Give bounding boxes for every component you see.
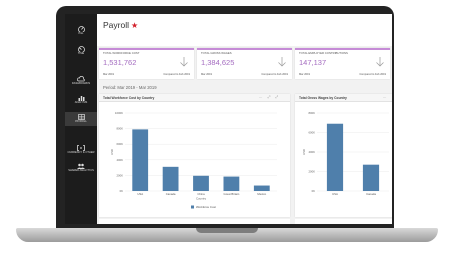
x-tick-label: USA	[332, 192, 338, 196]
y-tick-label: 400K	[116, 158, 123, 162]
gross-wages-panel: Total Gross Wages by Country … 0K 200K 400…	[295, 94, 392, 217]
arrow-down-icon	[180, 57, 188, 67]
kpi-compare: Compared to Feb 2019	[261, 73, 288, 76]
bar-usa	[132, 129, 149, 191]
kpi-accent-bar	[99, 48, 194, 50]
kpi-accent-bar	[197, 48, 292, 50]
x-axis-label: Country	[196, 197, 207, 201]
chart-svg: 0K 200K 400K 600K 800K 1000K USD USA Canada China…	[110, 111, 277, 209]
panel-title: Total Workforce Cost by Country	[103, 95, 155, 100]
sidebar-label: DASHBOARDS	[71, 82, 91, 85]
kpi-label: TOTAL GROSS WAGES	[201, 51, 232, 55]
bar-canada	[362, 164, 380, 191]
kpi-period: Mar 2019	[103, 73, 114, 76]
app-screen: P&L TIME DASHBOARDS ANALYSIS PAYROLL CUR…	[65, 14, 392, 224]
x-tick-label: China	[197, 192, 205, 196]
x-tick-label: Great Britain	[224, 192, 240, 196]
kpi-label: TOTAL EMPLOYER CONTRIBUTIONS	[299, 51, 348, 55]
y-tick-label: 0K	[120, 189, 124, 193]
x-tick-label: USA	[137, 192, 143, 196]
kpi-value: 147,137	[299, 58, 327, 67]
bar-canada	[162, 166, 179, 191]
kpi-compare: Compared to Feb 2019	[163, 73, 190, 76]
lower-panel	[99, 219, 290, 224]
sidebar-item-time[interactable]: TIME	[65, 46, 97, 55]
bar-china	[193, 175, 209, 191]
y-axis-label: USD	[110, 149, 114, 155]
page-title-text: Payroll	[103, 20, 129, 30]
arrow-down-icon	[278, 57, 286, 67]
period-label: Period: Mar 2019 - Mar 2019	[103, 85, 157, 90]
lower-panel	[295, 219, 392, 224]
laptop-notch	[196, 228, 258, 233]
panel-tools[interactable]: …	[383, 95, 389, 99]
sidebar-label: TIME	[77, 52, 85, 55]
bar-mexico	[253, 185, 270, 191]
y-tick-label: 600K	[116, 142, 123, 146]
page-title: Payroll ★	[103, 20, 138, 30]
chart-svg: 0K 200K 400K 600K 800K USD USA Canada	[302, 111, 389, 196]
y-tick-label: 1000K	[115, 111, 123, 115]
y-tick-label: 0K	[312, 189, 316, 193]
sidebar-label: SHARED ANALYTICS	[68, 169, 94, 172]
x-tick-label: Canada	[166, 192, 176, 196]
y-tick-label: 600K	[308, 131, 315, 135]
kpi-card-employer-contributions[interactable]: TOTAL EMPLOYER CONTRIBUTIONS 147,137 Mar…	[295, 48, 390, 79]
kpi-compare: Compared to Feb 2019	[359, 73, 386, 76]
sidebar-label: ANALYSIS	[74, 101, 88, 104]
sidebar-item-shared[interactable]: SHARED ANALYTICS	[65, 163, 97, 172]
kpi-period: Mar 2019	[201, 73, 212, 76]
kpi-period: Mar 2019	[299, 73, 310, 76]
legend-label: Workforce Cost	[196, 205, 216, 209]
y-tick-label: 800K	[116, 127, 123, 131]
sidebar: P&L TIME DASHBOARDS ANALYSIS PAYROLL CUR…	[65, 14, 97, 224]
header: Payroll ★	[97, 14, 392, 46]
kpi-accent-bar	[295, 48, 390, 50]
sidebar-item-currency[interactable]: CURRENCY & OTHER	[65, 145, 97, 154]
y-tick-label: 800K	[308, 111, 315, 115]
arrow-down-icon	[376, 57, 384, 67]
panel-title: Total Gross Wages by Country	[299, 95, 347, 100]
x-tick-label: Mexico	[257, 192, 266, 196]
kpi-value: 1,531,762	[103, 58, 137, 67]
legend-swatch	[191, 205, 194, 209]
workforce-cost-panel: Total Workforce Cost by Country … ⤢ ⤢ 0K…	[99, 94, 290, 217]
sidebar-item-analysis[interactable]: ANALYSIS	[65, 95, 97, 104]
y-axis-label: USD	[302, 149, 306, 155]
sidebar-item-pl[interactable]: P&L	[65, 26, 97, 35]
favorite-star-icon[interactable]: ★	[131, 21, 138, 30]
sidebar-item-payroll[interactable]: PAYROLL	[65, 112, 97, 126]
x-tick-label: Canada	[366, 192, 376, 196]
sidebar-label: CURRENCY & OTHER	[67, 151, 95, 154]
sidebar-label: P&L	[78, 32, 84, 35]
kpi-label: TOTAL WORKFORCE COST	[103, 51, 140, 55]
main-content: Payroll ★ TOTAL WORKFORCE COST 1,531,762 …	[97, 14, 392, 224]
bar-great-britain	[223, 176, 240, 191]
y-tick-label: 200K	[116, 173, 123, 177]
sidebar-item-dashboards[interactable]: DASHBOARDS	[65, 76, 97, 85]
sidebar-label: PAYROLL	[75, 120, 87, 123]
y-tick-label: 400K	[308, 150, 315, 154]
bar-usa	[326, 123, 344, 191]
kpi-value: 1,384,625	[201, 58, 235, 67]
kpi-card-gross-wages[interactable]: TOTAL GROSS WAGES 1,384,625 Mar 2019 Com…	[197, 48, 292, 79]
kpi-card-workforce-cost[interactable]: TOTAL WORKFORCE COST 1,531,762 Mar 2019 …	[99, 48, 194, 79]
panel-tools[interactable]: … ⤢ ⤢	[259, 95, 280, 99]
y-tick-label: 200K	[308, 170, 315, 174]
